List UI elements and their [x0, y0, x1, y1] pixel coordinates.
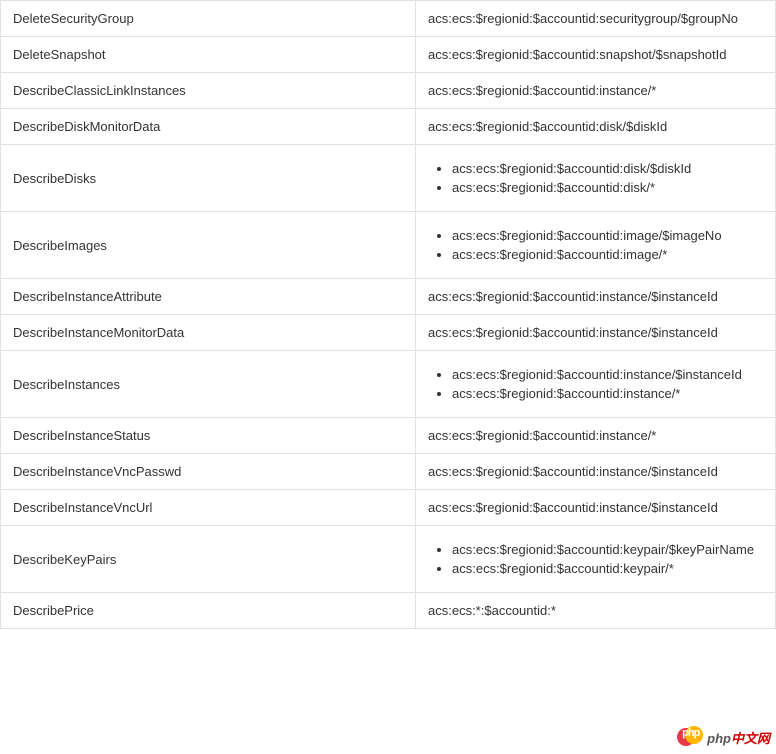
resource-cell: acs:ecs:$regionid:$accountid:instance/$i…: [416, 454, 776, 490]
resource-cell: acs:ecs:$regionid:$accountid:disk/$diskI…: [416, 109, 776, 145]
brand-logo-icon: php: [677, 726, 703, 748]
resource-cell: acs:ecs:$regionid:$accountid:securitygro…: [416, 1, 776, 37]
resource-item: acs:ecs:$regionid:$accountid:disk/*: [452, 178, 763, 197]
table-row: DescribePriceacs:ecs:*:$accountid:*: [1, 593, 776, 629]
action-cell: DescribeImages: [1, 212, 416, 279]
table-row: DescribeDisks acs:ecs:$regionid:$accounti…: [1, 145, 776, 212]
action-cell: DescribeInstanceAttribute: [1, 279, 416, 315]
table-row: DeleteSnapshotacs:ecs:$regionid:$account…: [1, 37, 776, 73]
resource-list: acs:ecs:$regionid:$accountid:keypair/$ke…: [428, 540, 763, 578]
table-row: DescribeInstanceMonitorDataacs:ecs:$regi…: [1, 315, 776, 351]
action-cell: DescribeDisks: [1, 145, 416, 212]
action-cell: DeleteSecurityGroup: [1, 1, 416, 37]
resource-cell: acs:ecs:*:$accountid:*: [416, 593, 776, 629]
resource-cell: acs:ecs:$regionid:$accountid:instance/*: [416, 418, 776, 454]
action-cell: DeleteSnapshot: [1, 37, 416, 73]
table-row: DescribeInstanceVncUrlacs:ecs:$regionid:…: [1, 490, 776, 526]
resource-list: acs:ecs:$regionid:$accountid:image/$imag…: [428, 226, 763, 264]
resource-cell: acs:ecs:$regionid:$accountid:instance/$i…: [416, 279, 776, 315]
resource-list: acs:ecs:$regionid:$accountid:disk/$diskI…: [428, 159, 763, 197]
brand-watermark: php php中文网: [677, 726, 770, 748]
resource-cell: acs:ecs:$regionid:$accountid:image/$imag…: [416, 212, 776, 279]
resource-item: acs:ecs:$regionid:$accountid:instance/*: [452, 384, 763, 403]
resource-cell: acs:ecs:$regionid:$accountid:instance/$i…: [416, 351, 776, 418]
resource-cell: acs:ecs:$regionid:$accountid:keypair/$ke…: [416, 526, 776, 593]
resource-item: acs:ecs:$regionid:$accountid:instance/$i…: [452, 365, 763, 384]
table-row: DescribeDiskMonitorDataacs:ecs:$regionid…: [1, 109, 776, 145]
table-row: DescribeInstanceAttributeacs:ecs:$region…: [1, 279, 776, 315]
resource-item: acs:ecs:$regionid:$accountid:image/$imag…: [452, 226, 763, 245]
resource-cell: acs:ecs:$regionid:$accountid:instance/*: [416, 73, 776, 109]
action-cell: DescribeInstanceVncUrl: [1, 490, 416, 526]
action-cell: DescribeKeyPairs: [1, 526, 416, 593]
table-row: DescribeInstanceVncPasswdacs:ecs:$region…: [1, 454, 776, 490]
table-row: DescribeClassicLinkInstancesacs:ecs:$reg…: [1, 73, 776, 109]
api-resource-table: DeleteSecurityGroupacs:ecs:$regionid:$ac…: [0, 0, 776, 629]
resource-list: acs:ecs:$regionid:$accountid:instance/$i…: [428, 365, 763, 403]
action-cell: DescribeInstanceMonitorData: [1, 315, 416, 351]
resource-item: acs:ecs:$regionid:$accountid:keypair/$ke…: [452, 540, 763, 559]
action-cell: DescribePrice: [1, 593, 416, 629]
action-cell: DescribeDiskMonitorData: [1, 109, 416, 145]
action-cell: DescribeClassicLinkInstances: [1, 73, 416, 109]
resource-cell: acs:ecs:$regionid:$accountid:snapshot/$s…: [416, 37, 776, 73]
resource-item: acs:ecs:$regionid:$accountid:image/*: [452, 245, 763, 264]
action-cell: DescribeInstanceStatus: [1, 418, 416, 454]
table-row: DescribeKeyPairs acs:ecs:$regionid:$accou…: [1, 526, 776, 593]
table-row: DeleteSecurityGroupacs:ecs:$regionid:$ac…: [1, 1, 776, 37]
brand-text: php中文网: [707, 728, 770, 747]
action-cell: DescribeInstances: [1, 351, 416, 418]
resource-item: acs:ecs:$regionid:$accountid:disk/$diskI…: [452, 159, 763, 178]
resource-item: acs:ecs:$regionid:$accountid:keypair/*: [452, 559, 763, 578]
table-row: DescribeInstances acs:ecs:$regionid:$acco…: [1, 351, 776, 418]
table-row: DescribeImages acs:ecs:$regionid:$account…: [1, 212, 776, 279]
resource-cell: acs:ecs:$regionid:$accountid:instance/$i…: [416, 315, 776, 351]
table-row: DescribeInstanceStatusacs:ecs:$regionid:…: [1, 418, 776, 454]
resource-cell: acs:ecs:$regionid:$accountid:instance/$i…: [416, 490, 776, 526]
action-cell: DescribeInstanceVncPasswd: [1, 454, 416, 490]
resource-cell: acs:ecs:$regionid:$accountid:disk/$diskI…: [416, 145, 776, 212]
